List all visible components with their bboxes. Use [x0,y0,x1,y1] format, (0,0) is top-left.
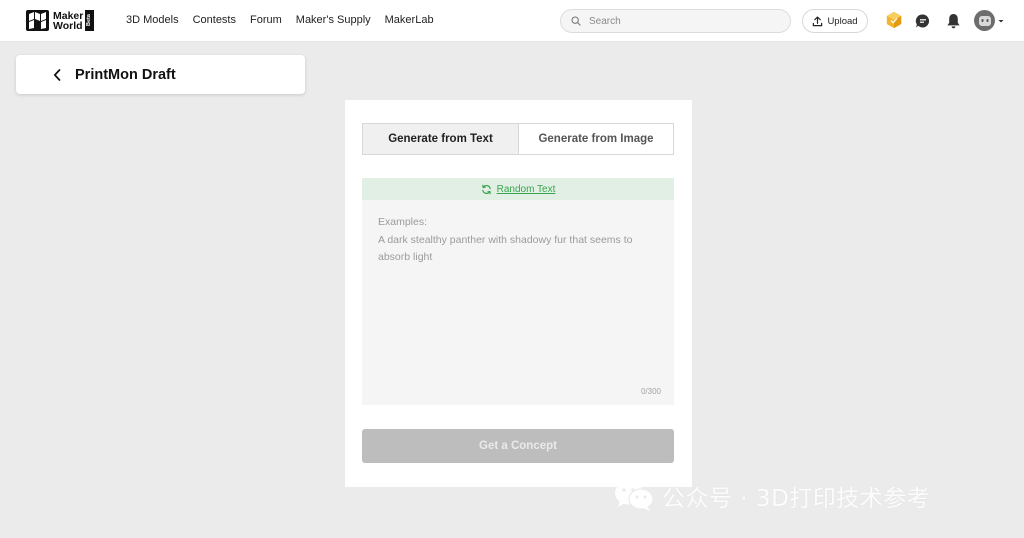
wechat-icon [614,480,654,512]
upload-button[interactable]: Upload [802,9,868,33]
random-text-label: Random Text [496,183,556,195]
random-text-button[interactable]: Random Text [362,178,674,200]
search-box[interactable] [560,9,791,33]
search-input[interactable] [589,15,779,27]
character-counter: 0/300 [640,387,661,396]
avatar[interactable] [974,10,995,31]
refresh-icon [481,184,491,194]
prompt-textarea[interactable] [362,200,674,405]
main-nav: 3D Models Contests Forum Maker's Supply … [126,14,434,26]
page-title: PrintMon Draft [75,66,176,83]
beta-badge: Beta [85,10,95,31]
logo-wordmark: Maker World [53,9,84,32]
user-menu[interactable] [974,10,1005,31]
chevron-down-icon [998,19,1004,22]
chevron-left-icon [53,68,61,81]
bell-icon [946,14,960,29]
robot-avatar-icon [978,15,991,26]
watermark-text: 公众号 · 3D打印技术参考 [662,486,931,512]
search-icon [571,16,581,26]
back-button[interactable] [50,68,64,82]
page-header-card: PrintMon Draft [16,55,305,94]
makerworld-logo[interactable]: Maker World Beta [26,9,95,32]
generator-tabs: Generate from Text Generate from Image [362,123,674,155]
nav-item-makerlab[interactable]: MakerLab [385,14,434,26]
watermark: 公众号 · 3D打印技术参考 [614,478,930,514]
box-points-icon [886,11,902,29]
notifications-button[interactable] [944,12,962,30]
prompt-area: 0/300 [362,200,674,405]
message-icon [915,14,930,28]
logo-mark-icon [26,10,49,31]
top-navigation-bar: Maker World Beta 3D Models Contests Foru… [0,0,1024,42]
nav-item-forum[interactable]: Forum [250,14,282,26]
upload-icon [813,16,823,26]
nav-item-contests[interactable]: Contests [193,14,236,26]
tab-generate-from-image[interactable]: Generate from Image [519,124,673,154]
get-concept-button[interactable]: Get a Concept [362,429,674,463]
messages-button[interactable] [914,12,932,30]
nav-item-makers-supply[interactable]: Maker's Supply [296,14,371,26]
box-points-button[interactable] [885,11,903,29]
upload-label: Upload [827,15,858,27]
tab-generate-from-text[interactable]: Generate from Text [363,124,519,154]
generator-panel: Generate from Text Generate from Image R… [345,100,692,487]
nav-item-3d-models[interactable]: 3D Models [126,14,179,26]
